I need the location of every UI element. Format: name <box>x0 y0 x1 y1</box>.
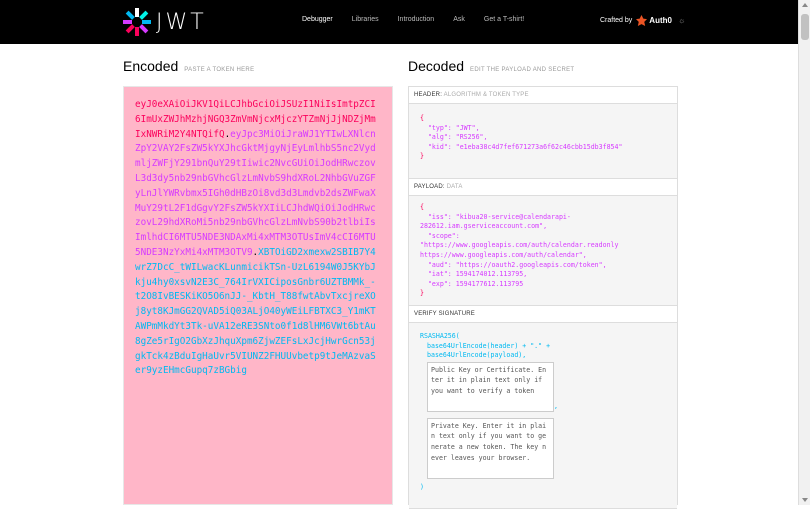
decoded-title: Decoded <box>408 58 465 74</box>
payload-line: "aud": "https://oauth2.googleapis.com/to… <box>420 260 607 269</box>
payload-line: { <box>420 203 424 211</box>
main-nav: Debugger Libraries Introduction Ask Get … <box>302 16 543 23</box>
payload-label: PAYLOAD: <box>414 184 445 190</box>
public-key-textarea[interactable]: Public Key or Certificate. Enter it in p… <box>427 361 554 412</box>
encoded-title: Encoded <box>123 58 179 74</box>
payload-line: "https://www.googleapis.com/auth/calenda… <box>420 241 619 250</box>
auth0-label: Auth0 <box>649 16 672 25</box>
nav-tshirt[interactable]: Get a T-shirt! <box>484 16 524 23</box>
signature-section-title: VERIFY SIGNATURE <box>409 306 677 323</box>
payload-line: 282612.iam.gserviceaccount.com", <box>420 222 548 231</box>
page-scrollbar[interactable] <box>798 0 810 505</box>
header-sublabel: ALGORITHM & TOKEN TYPE <box>443 92 529 98</box>
payload-line: "iat": 1594174012.113795, <box>420 270 528 279</box>
encoded-subtitle: PASTE A TOKEN HERE <box>184 67 255 73</box>
sig-comma: , <box>554 402 558 411</box>
decoded-subtitle: EDIT THE PAYLOAD AND SECRET <box>470 67 575 73</box>
header-section-title: HEADER: ALGORITHM & TOKEN TYPE <box>409 87 677 104</box>
payload-line: "iss": "kibua20-service@calendarapi- <box>420 212 571 221</box>
json-value: "RS256", <box>455 133 488 142</box>
json-key: "kid": <box>420 142 456 151</box>
nav-libraries[interactable]: Libraries <box>352 16 379 23</box>
logo-text: JWT <box>156 9 207 35</box>
json-value: "e1eba38c4d7fef671273a6f62c46cbb15db3f85… <box>455 142 623 151</box>
sig-function: RSASHA256( <box>420 332 460 340</box>
header-json-line: "kid": "e1eba38c4d7fef671273a6f62c46cbb1… <box>420 143 666 153</box>
sig-close: ) <box>420 482 424 491</box>
scroll-up-icon[interactable] <box>802 3 808 7</box>
header-label: HEADER: <box>414 92 443 98</box>
payload-json-editor[interactable]: { "iss": "kibua20-service@calendarapi- 2… <box>409 196 677 306</box>
payload-line: } <box>420 289 424 298</box>
nav-debugger[interactable]: Debugger <box>302 16 333 23</box>
auth0-icon <box>636 15 648 26</box>
nav-introduction[interactable]: Introduction <box>398 16 435 23</box>
header-json-line: "typ": "JWT", <box>420 124 666 134</box>
decoded-panel: HEADER: ALGORITHM & TOKEN TYPE { "typ": … <box>408 86 678 509</box>
scroll-down-icon[interactable] <box>802 498 808 502</box>
header-json-line: "alg": "RS256", <box>420 133 666 143</box>
top-navbar: JWT Debugger Libraries Introduction Ask … <box>0 0 798 44</box>
scrollbar-thumb[interactable] <box>801 14 809 40</box>
crafted-by: Crafted by Auth0 ☼ <box>600 15 685 26</box>
payload-section-title: PAYLOAD: DATA <box>409 179 677 196</box>
nav-ask[interactable]: Ask <box>453 16 465 23</box>
json-key: "alg": <box>420 133 456 142</box>
json-value: "JWT", <box>455 123 480 132</box>
decoded-heading: Decoded EDIT THE PAYLOAD AND SECRET <box>408 58 574 74</box>
payload-sublabel: DATA <box>446 184 463 190</box>
sig-payload-expr: base64UrlEncode(payload), <box>427 351 527 360</box>
theme-toggle-icon[interactable]: ☼ <box>678 16 685 25</box>
sig-header-expr: base64UrlEncode(header) + "." + <box>427 341 551 350</box>
private-key-textarea[interactable]: Private Key. Enter it in plain text only… <box>427 417 554 479</box>
payload-line: https://www.googleapis.com/auth/calendar… <box>420 250 587 259</box>
payload-line: "exp": 1594177612.113795 <box>420 279 524 288</box>
json-brace: { <box>420 114 424 122</box>
jwt-logo[interactable]: JWT <box>122 7 207 37</box>
auth0-link[interactable]: Auth0 <box>636 15 672 26</box>
header-json-editor[interactable]: { "typ": "JWT", "alg": "RS256", "kid": "… <box>409 104 677 179</box>
crafted-by-label: Crafted by <box>600 17 633 24</box>
signature-section: RSASHA256( base64UrlEncode(header) + "."… <box>409 323 677 509</box>
header-json-lines: "typ": "JWT", "alg": "RS256", "kid": "e1… <box>420 124 666 153</box>
token-signature-part: XBTOiGD2xmexw2SBIB7Y4wrZ7DcC_tWILwacKLun… <box>135 246 376 377</box>
jwt-logo-icon <box>123 8 151 36</box>
json-key: "typ": <box>420 123 456 132</box>
token-payload-part: eyJpc3MiOiJraWJ1YTIwLXNlcnZpY2VAY2FsZW5k… <box>135 128 376 258</box>
payload-line: "scope": <box>420 231 460 240</box>
encoded-token-input[interactable]: eyJ0eXAiOiJKV1QiLCJhbGciOiJSUzI1NiIsImtp… <box>123 86 393 505</box>
encoded-heading: Encoded PASTE A TOKEN HERE <box>123 58 254 74</box>
signature-label: VERIFY SIGNATURE <box>414 311 475 317</box>
json-brace: } <box>420 152 424 161</box>
